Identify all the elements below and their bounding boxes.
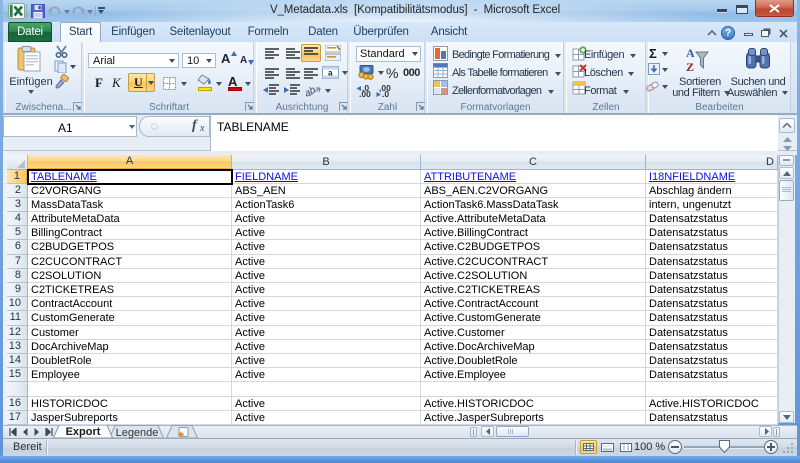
- svg-text:a: a: [328, 69, 333, 78]
- svg-text:A: A: [686, 46, 695, 60]
- svg-text:,0: ,0: [382, 89, 389, 97]
- svg-text:,00: ,00: [359, 89, 371, 97]
- svg-text:Z: Z: [686, 60, 694, 72]
